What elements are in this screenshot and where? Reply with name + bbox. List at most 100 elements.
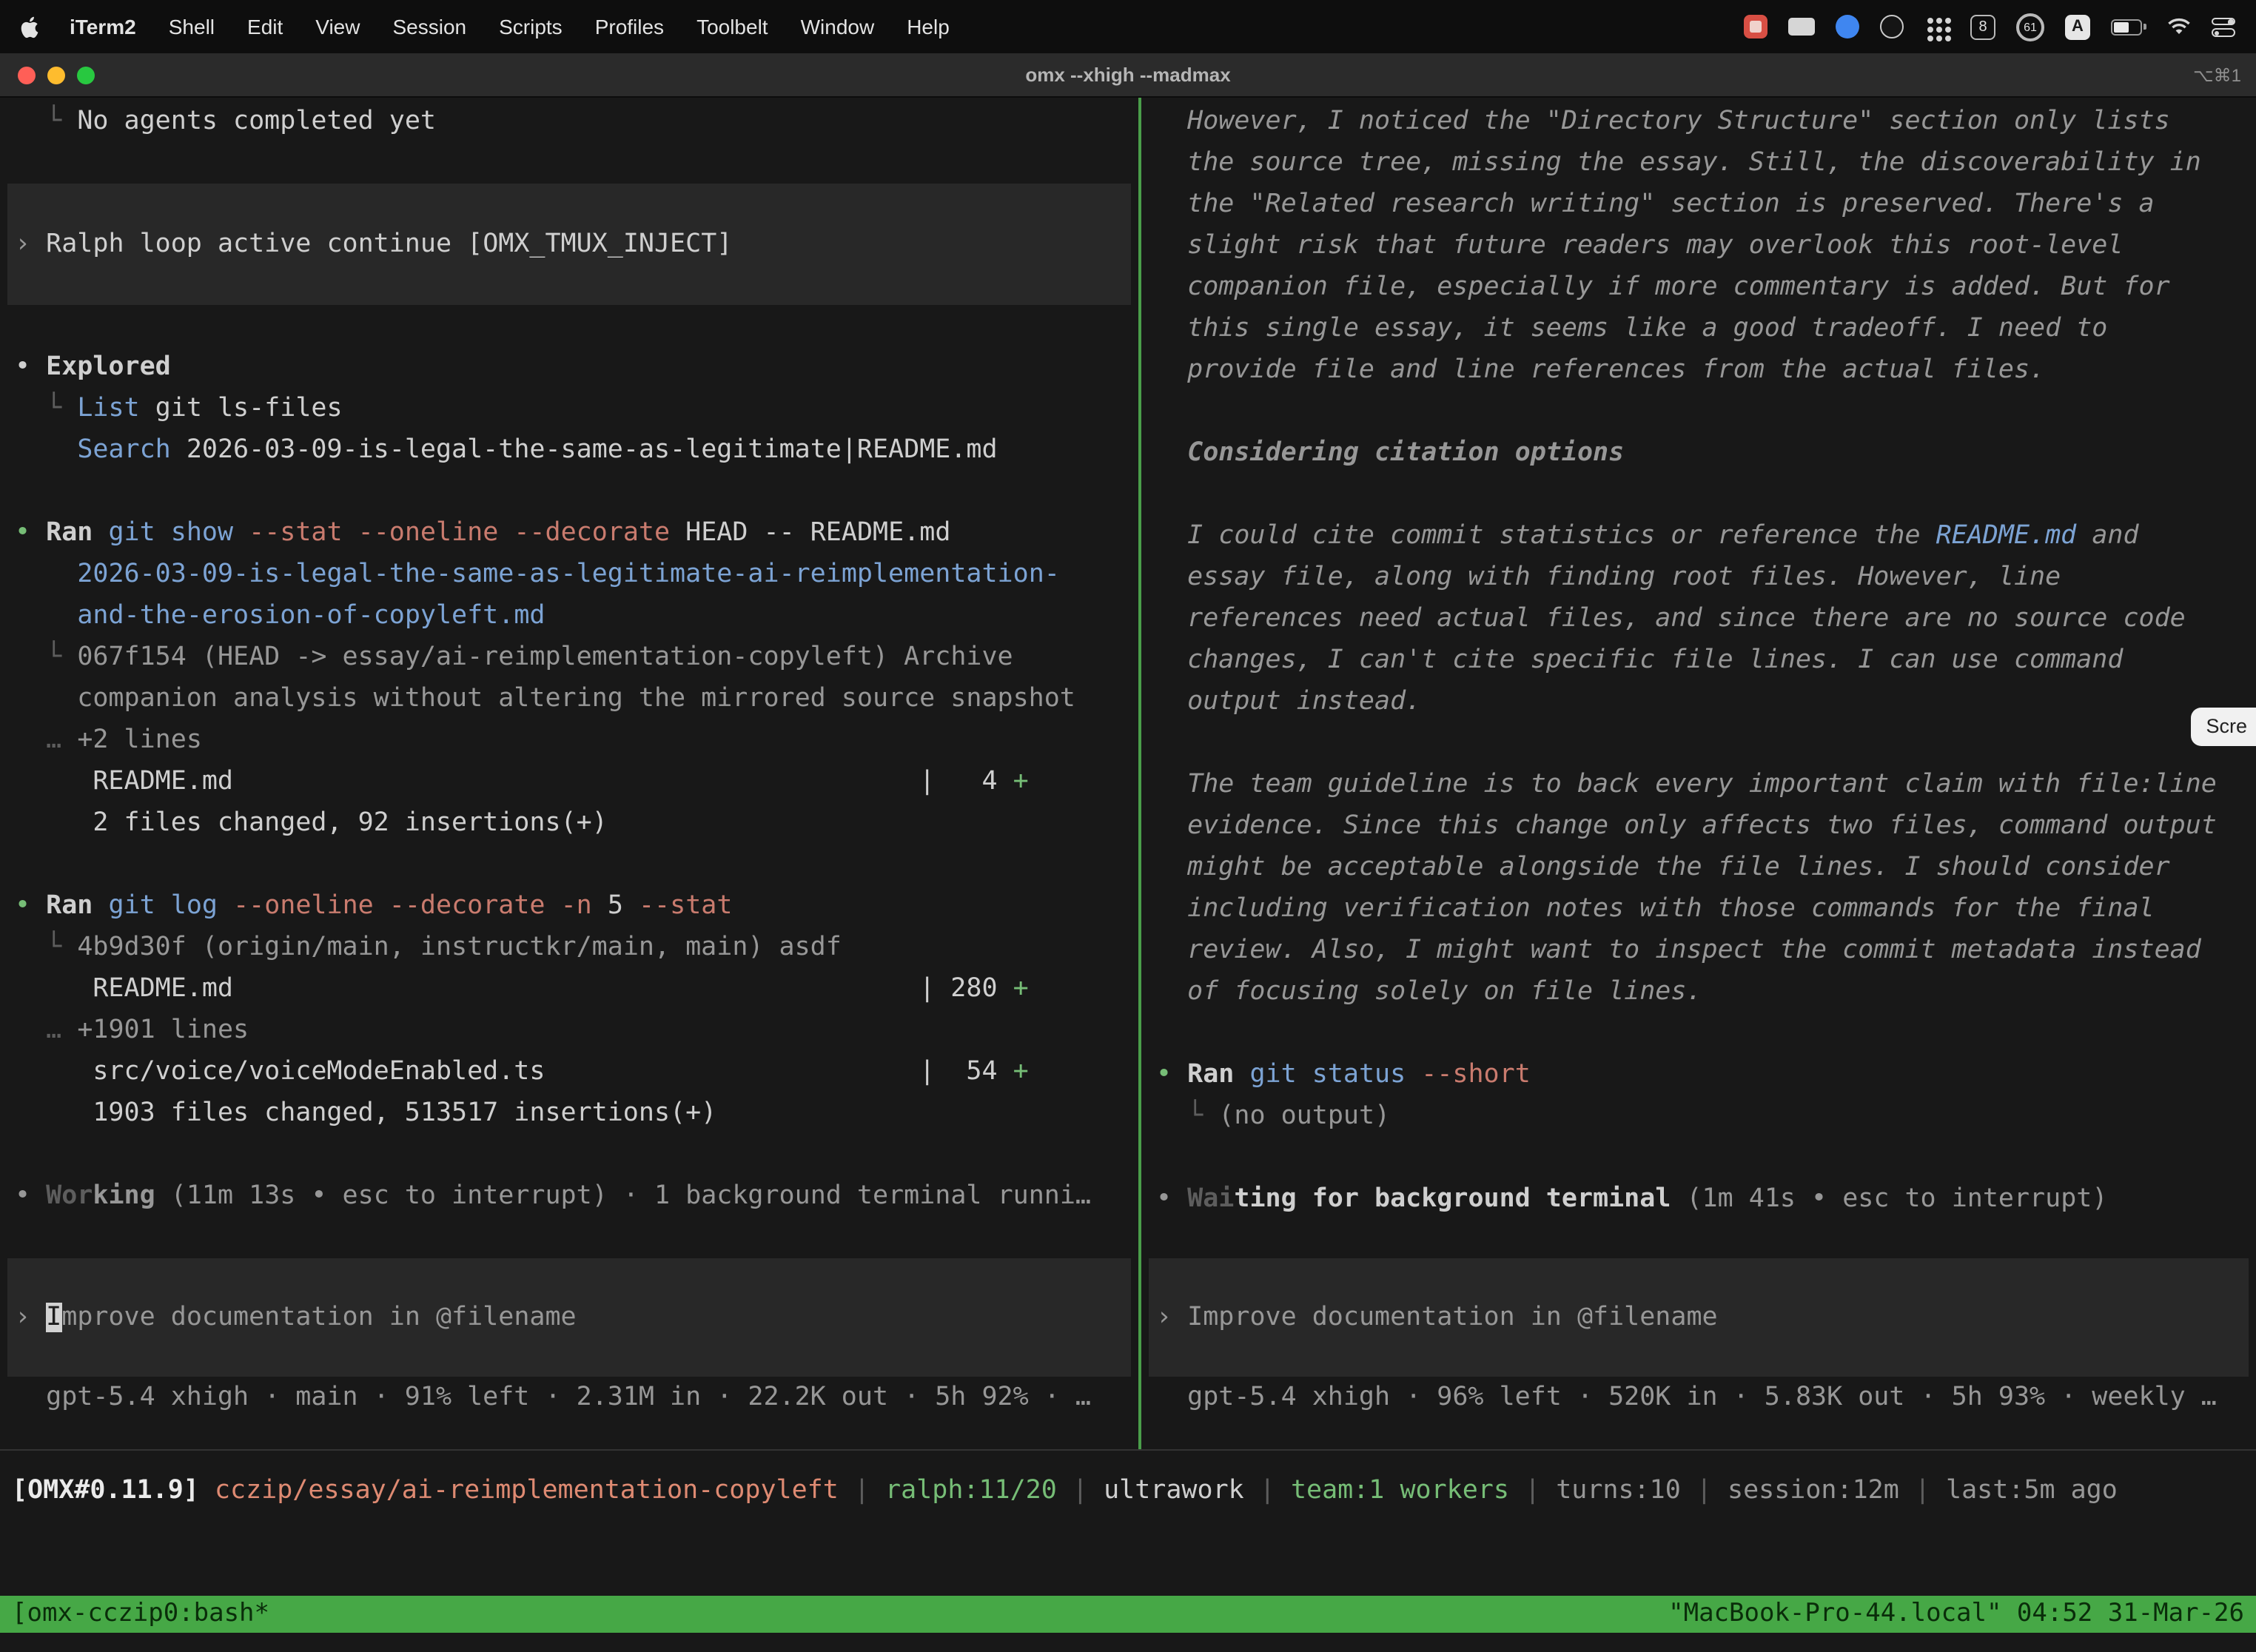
thinking-line: companion file, especially if more comme…: [1141, 266, 2256, 308]
key-icon[interactable]: 8: [1970, 14, 1995, 39]
text-segment: 4b9d30f (origin/main, instructkr/main, m…: [77, 933, 842, 962]
terminal-pane-right[interactable]: However, I noticed the "Directory Struct…: [1141, 98, 2256, 1449]
window-hotkey: ⌥⌘1: [2193, 64, 2241, 85]
text-segment: and: [2076, 521, 2138, 551]
app-grid-icon[interactable]: [1924, 14, 1950, 39]
git-search-line: Search 2026-03-09-is-legal-the-same-as-l…: [0, 429, 1138, 471]
text-segment: •: [15, 518, 46, 548]
blank-line: [1141, 722, 2256, 764]
text-segment: 5: [592, 891, 623, 921]
menu-item-session[interactable]: Session: [376, 15, 483, 38]
minimize-button[interactable]: [47, 66, 65, 84]
menu-item-window[interactable]: Window: [785, 15, 891, 38]
text-segment: •: [1156, 1060, 1187, 1089]
ralph-loop-banner: › Ralph loop active continue [OMX_TMUX_I…: [7, 184, 1131, 305]
screen-record-icon[interactable]: [1744, 15, 1767, 38]
text-segment: |: [839, 1476, 885, 1505]
blank-line: [0, 844, 1138, 885]
tmux-panes: └ No agents completed yet › Ralph loop a…: [0, 98, 2256, 1449]
text-segment: git show: [108, 518, 233, 548]
thinking-line: changes, I can't cite specific file line…: [1141, 639, 2256, 681]
text-segment: cczip/essay/ai-reimplementation-copyleft: [215, 1476, 839, 1505]
text-segment: --stat --oneline --decorate: [233, 518, 670, 548]
menu-item-help[interactable]: Help: [890, 15, 966, 38]
git-show-arg-line: and-the-erosion-of-copyleft.md: [0, 595, 1138, 637]
menu-item-app[interactable]: iTerm2: [53, 15, 152, 38]
apple-menu-icon[interactable]: [21, 14, 41, 39]
text-segment: README.md: [1936, 521, 2077, 551]
text-segment: •: [15, 1181, 46, 1211]
thinking-line: However, I noticed the "Directory Struct…: [1141, 101, 2256, 142]
git-status-output-line: └ (no output): [1141, 1095, 2256, 1137]
wifi-icon[interactable]: [2167, 18, 2191, 36]
menu-item-profiles[interactable]: Profiles: [579, 15, 680, 38]
text-segment: ting for background terminal: [1234, 1184, 1671, 1214]
blank-line: [0, 305, 1138, 346]
menu-item-shell[interactable]: Shell: [152, 15, 231, 38]
control-center-icon[interactable]: [2212, 15, 2235, 38]
prompt-line: › Improve documentation in @filename: [7, 1297, 584, 1338]
terminal-pane-left[interactable]: └ No agents completed yet › Ralph loop a…: [0, 98, 1138, 1449]
text-segment: +: [1013, 974, 1029, 1004]
prompt-input-left[interactable]: › Improve documentation in @filename: [7, 1258, 1131, 1377]
text-segment: 067f154 (HEAD -> essay/ai-reimplementati…: [77, 642, 1013, 672]
text-segment: and-the-erosion-of-copyleft.md: [77, 601, 545, 631]
git-show-diffstat-line: README.md | 4 +: [0, 761, 1138, 802]
blank-line: [0, 142, 1138, 184]
text-segment: README.md | 4: [15, 767, 1013, 796]
text-segment: team:1 workers: [1291, 1476, 1509, 1505]
explored-header: • Explored: [0, 346, 1138, 388]
menu-item-edit[interactable]: Edit: [231, 15, 299, 38]
input-source-icon[interactable]: A: [2065, 14, 2090, 39]
traffic-lights: [0, 66, 95, 84]
thinking-line: of focusing solely on file lines.: [1141, 971, 2256, 1013]
text-segment: 2026-03-09-is-legal-the-same-as-legitima…: [77, 560, 1060, 589]
spacer: [0, 1531, 2256, 1596]
thinking-line: might be acceptable alongside the file l…: [1141, 847, 2256, 888]
ralph-loop-line: › Ralph loop active continue [OMX_TMUX_I…: [7, 224, 739, 265]
blank-line: [0, 471, 1138, 512]
text-segment: [15, 601, 77, 631]
git-show-arg-line: 2026-03-09-is-legal-the-same-as-legitima…: [0, 554, 1138, 595]
text-segment: Search: [77, 435, 170, 465]
text-segment: Ran: [46, 518, 108, 548]
git-show-output-line: └ 067f154 (HEAD -> essay/ai-reimplementa…: [0, 637, 1138, 678]
text-cursor: I: [46, 1303, 61, 1332]
text-segment: …: [15, 1015, 77, 1045]
text-segment: No agents completed yet: [77, 107, 436, 136]
blank-line: [1141, 474, 2256, 515]
menu-item-scripts[interactable]: Scripts: [483, 15, 579, 38]
text-segment: +1901 lines: [77, 1015, 249, 1045]
tmux-session-label: [omx-cczip0:bash*: [12, 1596, 269, 1633]
text-segment: HEAD -- README.md: [670, 518, 950, 548]
text-segment: Ran: [1187, 1060, 1249, 1089]
menu-item-view[interactable]: View: [299, 15, 376, 38]
text-segment: src/voice/voiceModeEnabled.ts | 54: [15, 1057, 1013, 1087]
keyboard-icon[interactable]: [1788, 18, 1815, 36]
text-segment: [OMX#0.11.9]: [12, 1476, 215, 1505]
screen-button[interactable]: Scre: [2191, 708, 2256, 746]
text-segment: ralph:11/20: [885, 1476, 1057, 1505]
battery-icon[interactable]: [2111, 19, 2146, 35]
thinking-line: references need actual files, and since …: [1141, 598, 2256, 639]
git-log-output-line: └ 4b9d30f (origin/main, instructkr/main,…: [0, 927, 1138, 968]
text-segment: …: [15, 725, 77, 755]
shield-app-icon[interactable]: [1880, 15, 1904, 38]
input-text: Improve documentation in @filename: [1187, 1303, 1717, 1332]
git-log-command: • Ran git log --oneline --decorate -n 5 …: [0, 885, 1138, 927]
git-show-more-line: … +2 lines: [0, 719, 1138, 761]
text-segment: List: [77, 394, 139, 423]
menu-bar-menus: iTerm2 Shell Edit View Session Scripts P…: [21, 14, 966, 39]
text-segment: last:5m ago: [1946, 1476, 2118, 1505]
messages-app-icon[interactable]: [1836, 15, 1859, 38]
battery-percent-icon[interactable]: 61: [2016, 13, 2044, 41]
zoom-button[interactable]: [77, 66, 95, 84]
text-segment: ultrawork: [1104, 1476, 1244, 1505]
thinking-line: the "Related research writing" section i…: [1141, 184, 2256, 225]
git-show-output-line: companion analysis without altering the …: [0, 678, 1138, 719]
close-button[interactable]: [18, 66, 36, 84]
git-status-command: • Ran git status --short: [1141, 1054, 2256, 1095]
text-segment: Wor: [46, 1181, 93, 1211]
prompt-input-right[interactable]: › Improve documentation in @filename: [1149, 1258, 2249, 1377]
menu-item-toolbelt[interactable]: Toolbelt: [680, 15, 785, 38]
